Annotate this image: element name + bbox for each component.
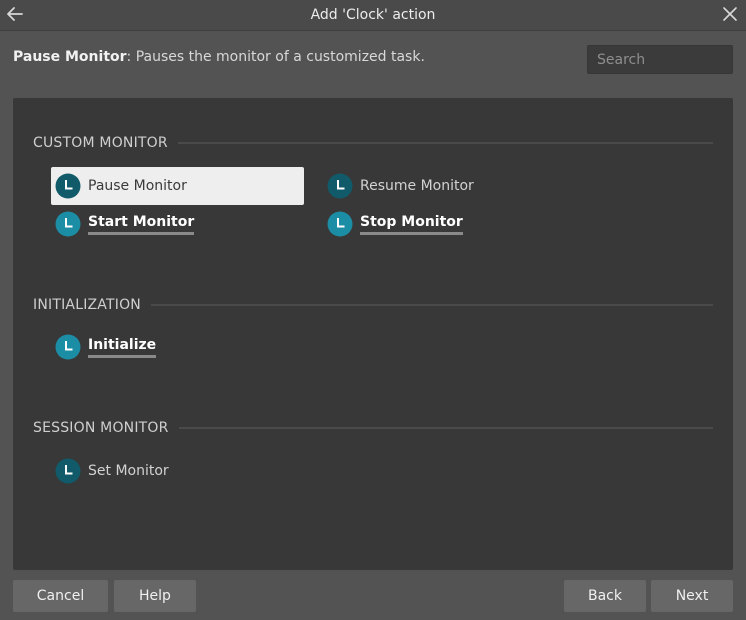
action-item-label: Set Monitor	[88, 463, 169, 479]
action-item-start-monitor[interactable]: Start Monitor	[51, 205, 304, 243]
title-bar: Add 'Clock' action	[0, 0, 746, 31]
section-divider	[150, 304, 713, 306]
action-item-initialize[interactable]: Initialize	[51, 328, 304, 366]
action-description-text: : Pauses the monitor of a customized tas…	[126, 49, 425, 65]
action-item-set-monitor[interactable]: Set Monitor	[51, 452, 304, 490]
section-label: INITIALIZATION	[33, 297, 141, 313]
action-description: Pause Monitor: Pauses the monitor of a c…	[13, 49, 425, 65]
clock-icon	[327, 173, 353, 199]
section-initialization: INITIALIZATION	[33, 295, 713, 315]
section-custom-monitor: CUSTOM MONITOR	[33, 133, 713, 153]
back-button[interactable]: Back	[564, 580, 646, 612]
cancel-button[interactable]: Cancel	[13, 580, 108, 612]
action-item-label: Initialize	[88, 337, 157, 358]
clock-icon	[55, 458, 81, 484]
action-item-resume-monitor[interactable]: Resume Monitor	[323, 167, 576, 205]
action-list-panel: CUSTOM MONITOR Pause Monitor Resume Moni…	[13, 98, 733, 570]
section-label: SESSION MONITOR	[33, 420, 169, 436]
help-button[interactable]: Help	[114, 580, 196, 612]
section-session-monitor: SESSION MONITOR	[33, 418, 713, 438]
search-input[interactable]	[587, 45, 733, 74]
window-title: Add 'Clock' action	[310, 7, 436, 23]
action-item-label: Pause Monitor	[88, 178, 187, 194]
clock-icon	[327, 211, 353, 237]
section-label: CUSTOM MONITOR	[33, 135, 168, 151]
next-button[interactable]: Next	[651, 580, 733, 612]
section-divider	[178, 427, 713, 429]
clock-icon	[55, 211, 81, 237]
action-item-label: Stop Monitor	[360, 214, 463, 235]
action-description-name: Pause Monitor	[13, 49, 127, 65]
action-item-label: Start Monitor	[88, 214, 195, 235]
clock-icon	[55, 173, 81, 199]
clock-icon	[55, 334, 81, 360]
section-divider	[177, 142, 713, 144]
action-item-stop-monitor[interactable]: Stop Monitor	[323, 205, 576, 243]
close-icon[interactable]	[720, 4, 740, 24]
action-item-label: Resume Monitor	[360, 178, 474, 194]
action-item-pause-monitor[interactable]: Pause Monitor	[51, 167, 304, 205]
